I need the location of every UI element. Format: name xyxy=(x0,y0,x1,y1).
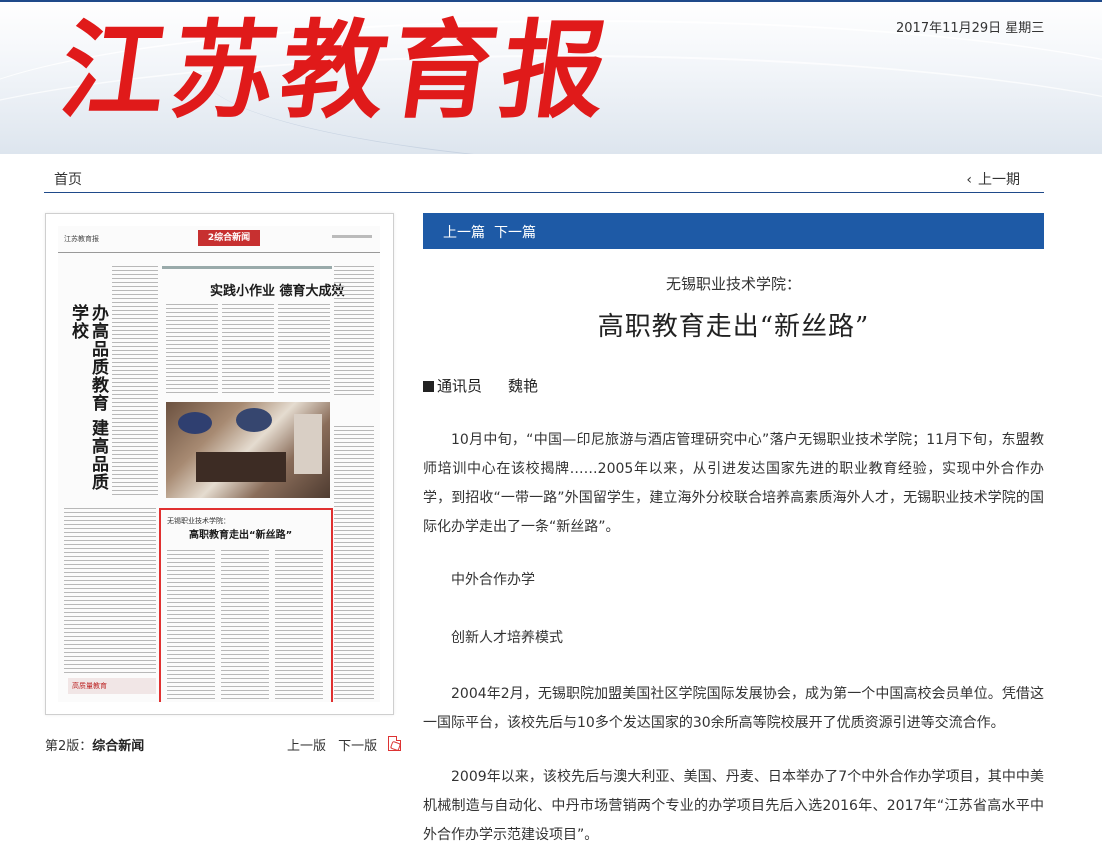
thumb-photo xyxy=(166,402,330,498)
byline-role: 通讯员 xyxy=(437,377,483,395)
home-link[interactable]: 首页 xyxy=(54,169,82,189)
edition-label: 第2版：综合新闻 xyxy=(45,735,144,754)
square-bullet-icon xyxy=(423,381,434,392)
thumb-text-column xyxy=(275,550,323,702)
article-byline: 通讯员 魏艳 xyxy=(423,375,538,396)
article-paragraph: 2004年2月，无锡职院加盟美国社区学院国际发展协会，成为第一个中国高校会员单位… xyxy=(423,686,1044,731)
thumb-section-badge: 2综合新闻 xyxy=(198,230,260,246)
thumb-text-column xyxy=(112,266,158,496)
thumb-article-title: 高职教育走出“新丝路” xyxy=(189,530,293,541)
byline-name: 魏艳 xyxy=(508,377,539,395)
previous-article-link[interactable]: 上一篇 xyxy=(443,222,485,242)
article-kicker: 无锡职业技术学院： xyxy=(665,275,801,293)
thumb-vertical-title: 办高品质教育 建高品质学校 xyxy=(68,304,108,491)
thumb-text-column xyxy=(334,426,374,702)
thumb-footer-text: 高质量教育 xyxy=(72,682,107,690)
highlighted-article-region[interactable]: 无锡职业技术学院： 高职教育走出“新丝路” xyxy=(159,508,333,702)
logo-char: 报 xyxy=(493,7,615,134)
logo-char: 江 xyxy=(53,7,175,134)
newspaper-logo: 江 苏 教 育 报 xyxy=(53,7,622,134)
pdf-download-icon[interactable] xyxy=(388,736,402,752)
thumb-brand: 江苏教育报 xyxy=(64,235,99,243)
edition-name: 综合新闻 xyxy=(92,739,145,754)
thumb-footer-mark: 高质量教育 xyxy=(68,678,156,694)
thumb-text-column xyxy=(166,304,218,396)
article-subheading: 中外合作办学 xyxy=(451,572,535,588)
previous-issue-link[interactable]: ‹ 上一期 xyxy=(966,169,1020,189)
thumb-text-column xyxy=(64,508,156,674)
article-title: 高职教育走出“新丝路” xyxy=(597,312,870,342)
next-edition-link[interactable]: 下一版 xyxy=(338,739,377,754)
article-paragraph: 2009年以来，该校先后与澳大利亚、美国、丹麦、日本举办了7个中外合作办学项目，… xyxy=(423,769,1044,843)
issue-date: 2017年11月29日 星期三 xyxy=(896,21,1045,36)
logo-char: 苏 xyxy=(163,7,285,134)
article-subheading: 创新人才培养模式 xyxy=(451,630,563,646)
page-thumbnail[interactable]: 江苏教育报 2综合新闻 实践小作业 德育大成效 办高品质教育 建高品质学校 无锡… xyxy=(45,213,394,715)
chevron-left-icon: ‹ xyxy=(966,172,972,188)
edition-navigation: 上一版 下一版 xyxy=(287,735,377,754)
previous-edition-link[interactable]: 上一版 xyxy=(287,739,326,754)
thumb-text-column xyxy=(222,304,274,396)
logo-char: 育 xyxy=(383,7,505,134)
article-navigation-bar: 上一篇 下一篇 xyxy=(423,213,1044,249)
masthead: 江 苏 教 育 报 2017年11月29日 星期三 xyxy=(0,0,1102,154)
thumb-headline: 实践小作业 德育大成效 xyxy=(210,284,345,299)
thumb-text-column xyxy=(334,266,374,396)
thumb-meta-line xyxy=(332,235,372,238)
thumb-text-column xyxy=(278,304,330,396)
thumb-kicker-line xyxy=(162,266,332,269)
previous-issue-label: 上一期 xyxy=(978,172,1020,188)
edition-number: 第2版： xyxy=(45,739,93,754)
thumb-article-kicker: 无锡职业技术学院： xyxy=(167,517,230,525)
article-paragraph: 10月中旬，“中国—印尼旅游与酒店管理研究中心”落户无锡职业技术学院；11月下旬… xyxy=(423,432,1044,535)
next-article-link[interactable]: 下一篇 xyxy=(494,222,536,242)
thumb-header: 江苏教育报 2综合新闻 xyxy=(58,226,380,253)
thumb-text-column xyxy=(167,550,215,702)
logo-char: 教 xyxy=(273,7,395,134)
page-preview[interactable]: 江苏教育报 2综合新闻 实践小作业 德育大成效 办高品质教育 建高品质学校 无锡… xyxy=(58,226,380,702)
thumb-text-column xyxy=(221,550,269,702)
top-navigation: 首页 ‹ 上一期 xyxy=(44,163,1044,193)
